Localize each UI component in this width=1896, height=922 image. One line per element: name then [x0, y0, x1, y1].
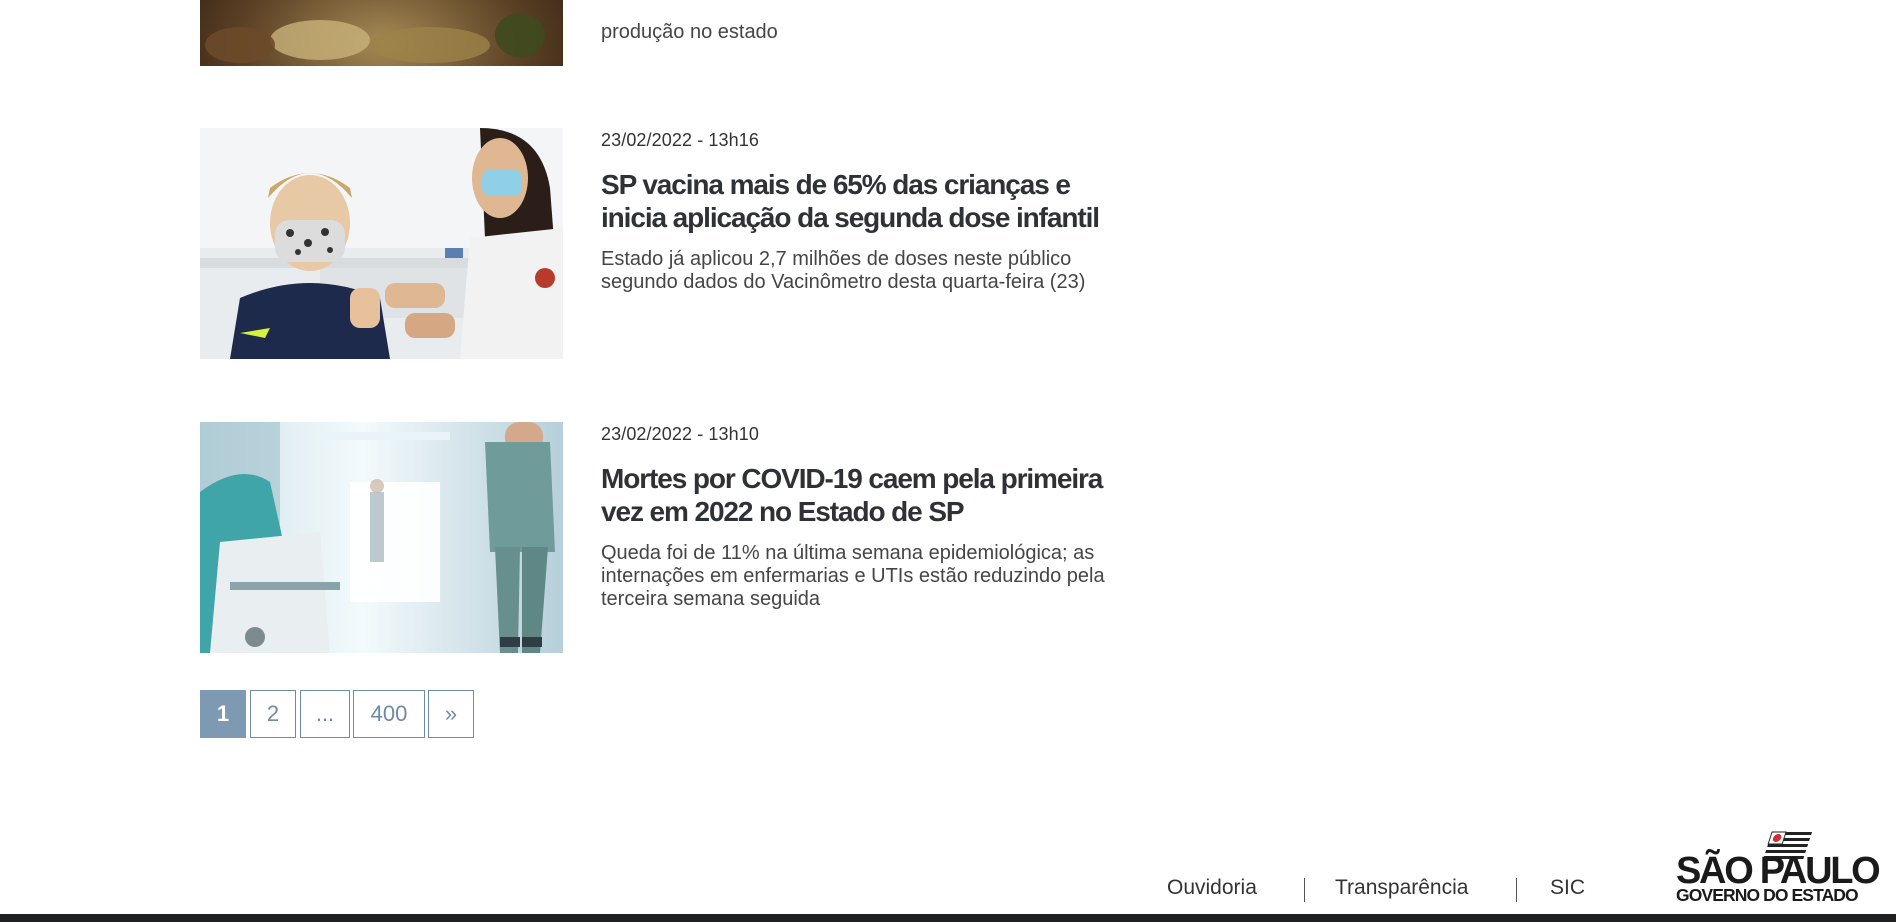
next-page-button[interactable]: » [428, 690, 474, 738]
news-item: 23/02/2022 - 13h10 Mortes por COVID-19 c… [200, 422, 1130, 654]
page-button[interactable]: 2 [250, 690, 296, 738]
sao-paulo-government-logo[interactable]: SÃO PAULO GOVERNO DO ESTADO [1672, 826, 1881, 906]
news-item: 23/02/2022 - 13h16 SP vacina mais de 65%… [200, 128, 1130, 360]
footer-divider [1516, 878, 1517, 902]
news-item-partial: produção no estado [200, 0, 1130, 66]
news-title-link[interactable]: SP vacina mais de 65% das crianças e ini… [601, 168, 1141, 234]
page-ellipsis: ... [300, 690, 350, 738]
footer-link-sic[interactable]: SIC [1550, 876, 1585, 900]
news-thumbnail[interactable] [200, 422, 563, 653]
footer-link-transparencia[interactable]: Transparência [1335, 876, 1468, 900]
page: produção no estado 23/02/2022 - 13h16 SP… [0, 0, 1896, 922]
news-body: 23/02/2022 - 13h16 SP vacina mais de 65%… [601, 128, 1141, 294]
news-description: produção no estado [601, 21, 778, 43]
footer-link-ouvidoria[interactable]: Ouvidoria [1167, 876, 1257, 900]
logo-subtitle: GOVERNO DO ESTADO [1676, 885, 1859, 905]
news-description: Estado já aplicou 2,7 milhões de doses n… [601, 248, 1086, 293]
page-button-current[interactable]: 1 [200, 690, 246, 738]
news-title-link[interactable]: Mortes por COVID-19 caem pela primeira v… [601, 462, 1141, 528]
news-description: Queda foi de 11% na última semana epidem… [601, 542, 1105, 610]
news-date: 23/02/2022 - 13h16 [601, 130, 759, 150]
page-button-last[interactable]: 400 [353, 690, 425, 738]
footer-divider [1304, 878, 1305, 902]
bottom-bar [0, 914, 1896, 922]
news-thumbnail[interactable] [200, 0, 563, 66]
news-body: 23/02/2022 - 13h10 Mortes por COVID-19 c… [601, 422, 1141, 611]
news-date: 23/02/2022 - 13h10 [601, 424, 759, 444]
news-thumbnail[interactable] [200, 128, 563, 359]
